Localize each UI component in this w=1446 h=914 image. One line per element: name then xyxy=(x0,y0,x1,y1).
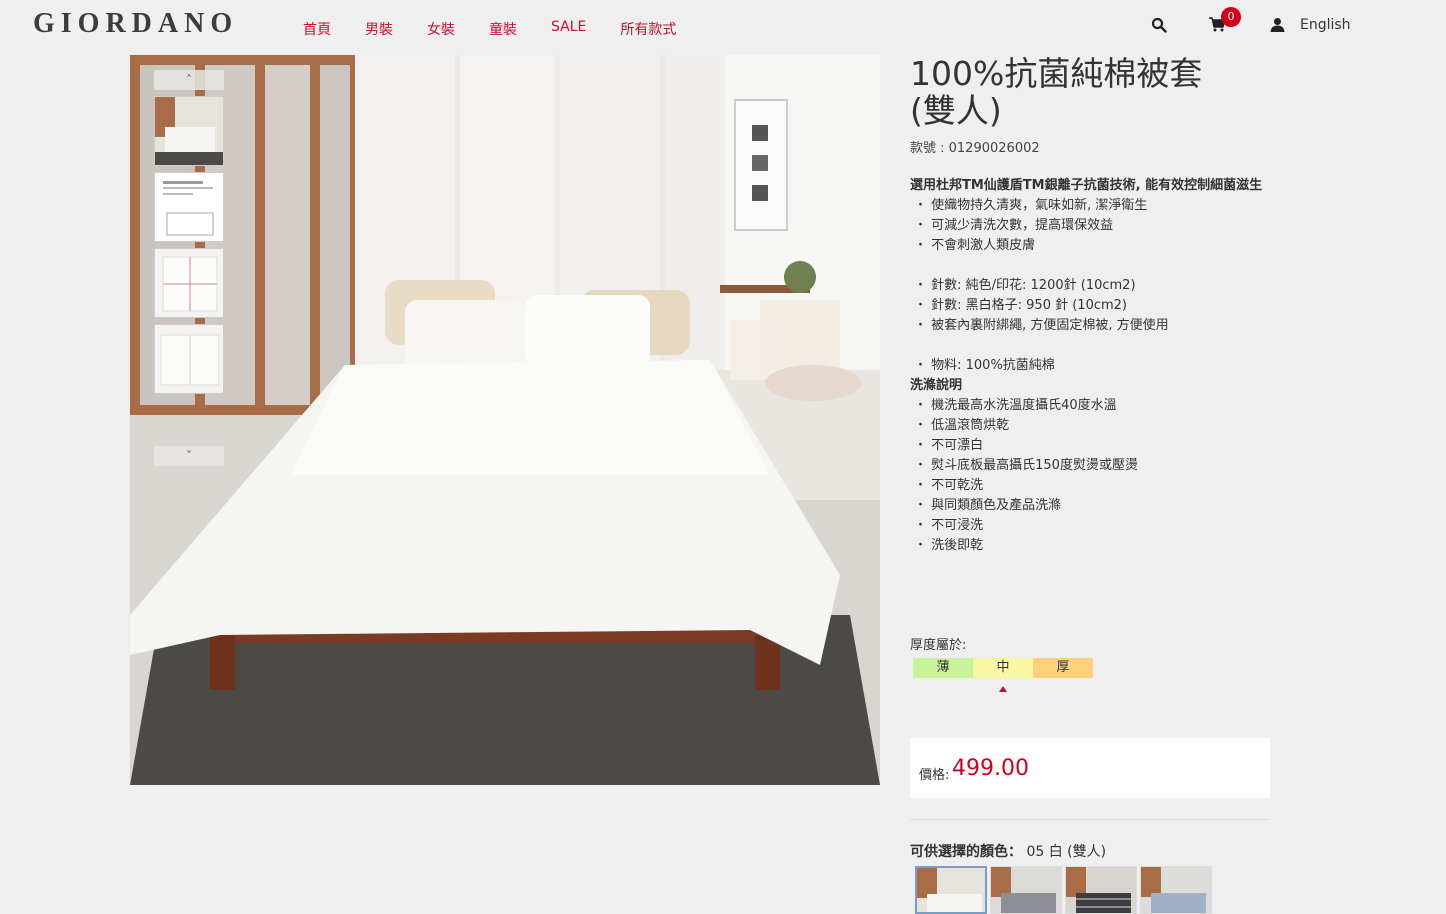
thumbnail-image xyxy=(155,97,223,165)
swatch-image xyxy=(1066,867,1136,913)
care-item: ・ 熨斗底板最高攝氏150度熨燙或壓燙 xyxy=(914,458,1138,473)
nav-women[interactable]: 女裝 xyxy=(427,19,455,39)
thickness-label: 厚度屬於: xyxy=(910,638,967,653)
care-item: ・ 洗後即乾 xyxy=(914,538,984,553)
thickness-scale: 薄 中 厚 xyxy=(913,658,1093,678)
thumbnail-image xyxy=(155,249,223,317)
nav-men[interactable]: 男裝 xyxy=(365,19,393,39)
spec-item: ・ 針數: 純色/印花: 1200針 (10cm2) xyxy=(914,278,1136,293)
thickness-marker-icon xyxy=(999,686,1007,692)
thumbnail-3[interactable] xyxy=(154,248,224,318)
color-label-prefix: 可供選擇的顏色： xyxy=(910,844,1022,860)
selected-color-name: 05 白 (雙人) xyxy=(1026,844,1107,860)
chevron-up-icon: ˄ xyxy=(186,73,192,87)
product-title: 100%抗菌純棉被套 (雙人) xyxy=(910,55,1270,129)
spec-item: ・ 被套內裏附綁繩, 方便固定棉被, 方便使用 xyxy=(914,318,1169,333)
product-title-line1: 100%抗菌純棉被套 xyxy=(910,54,1203,93)
nav-kids[interactable]: 童裝 xyxy=(489,19,517,39)
color-selection-label: 可供選擇的顏色： 05 白 (雙人) xyxy=(910,841,1106,861)
product-info: 100%抗菌純棉被套 (雙人) 款號 : 01290026002 選用杜邦TM仙… xyxy=(910,55,1270,556)
thumbnail-image xyxy=(155,325,223,393)
color-swatch[interactable] xyxy=(915,866,987,914)
price-value: 499.00 xyxy=(952,756,1029,781)
cart-count-badge: 0 xyxy=(1221,7,1241,27)
care-title: 洗滌說明 xyxy=(910,378,963,393)
thumb-scroll-down-button[interactable]: ˅ xyxy=(154,446,224,466)
nav-home[interactable]: 首頁 xyxy=(303,19,331,39)
product-title-line2: (雙人) xyxy=(910,91,1002,130)
product-sku: 款號 : 01290026002 xyxy=(910,141,1040,156)
swatch-image xyxy=(917,868,985,912)
thumbnail-image xyxy=(155,173,223,241)
spec-item: ・ 針數: 黑白格子: 950 針 (10cm2) xyxy=(914,298,1128,313)
thumbnail-2[interactable] xyxy=(154,172,224,242)
search-icon[interactable] xyxy=(1151,17,1167,33)
care-item: ・ 與同類顏色及產品洗滌 xyxy=(914,498,1062,513)
feature-item: ・ 不會刺激人類皮膚 xyxy=(914,238,1036,253)
swatch-image xyxy=(991,867,1061,913)
feature-item: ・ 使織物持久清爽，氣味如新, 潔淨衛生 xyxy=(914,198,1148,213)
user-icon[interactable] xyxy=(1270,17,1285,32)
language-switch[interactable]: English xyxy=(1300,17,1351,33)
color-swatch[interactable] xyxy=(990,866,1062,914)
main-product-image[interactable] xyxy=(130,55,880,785)
giordano-logo[interactable]: GIORDANO xyxy=(33,8,238,40)
material-item: ・ 物料: 100%抗菌純棉 xyxy=(914,358,1055,373)
thumb-scroll-up-button[interactable]: ˄ xyxy=(154,70,224,90)
swatch-image xyxy=(1141,867,1211,913)
care-item: ・ 機洗最高水洗溫度攝氏40度水溫 xyxy=(914,398,1117,413)
nav-sale[interactable]: SALE xyxy=(551,19,586,39)
price-label: 價格: xyxy=(919,768,950,783)
thumbnail-4[interactable] xyxy=(154,324,224,394)
nav-all-styles[interactable]: 所有款式 xyxy=(620,19,676,39)
care-item: ・ 不可浸洗 xyxy=(914,518,984,533)
divider xyxy=(910,819,1270,820)
main-nav: 首頁 男裝 女裝 童裝 SALE 所有款式 xyxy=(303,19,710,39)
product-description: 選用杜邦TM仙護盾TM銀離子抗菌技術, 能有效控制細菌滋生 ・ 使織物持久清爽，… xyxy=(910,176,1270,556)
chevron-down-icon: ˅ xyxy=(186,449,192,463)
price-box: 價格: 499.00 xyxy=(910,738,1270,798)
color-swatch[interactable] xyxy=(1140,866,1212,914)
color-swatches xyxy=(915,866,1215,914)
thickness-thin: 薄 xyxy=(913,658,973,678)
care-item: ・ 低溫滾筒烘乾 xyxy=(914,418,1010,433)
thumbnail-1[interactable] xyxy=(154,96,224,166)
care-item: ・ 不可乾洗 xyxy=(914,478,984,493)
feature-item: ・ 可減少清洗次數，提高環保效益 xyxy=(914,218,1114,233)
description-intro: 選用杜邦TM仙護盾TM銀離子抗菌技術, 能有效控制細菌滋生 xyxy=(910,178,1263,193)
thickness-medium: 中 xyxy=(973,658,1033,678)
site-header: GIORDANO 首頁 男裝 女裝 童裝 SALE 所有款式 0 English xyxy=(0,0,1446,55)
color-swatch[interactable] xyxy=(1065,866,1137,914)
care-item: ・ 不可漂白 xyxy=(914,438,984,453)
thickness-thick: 厚 xyxy=(1033,658,1093,678)
